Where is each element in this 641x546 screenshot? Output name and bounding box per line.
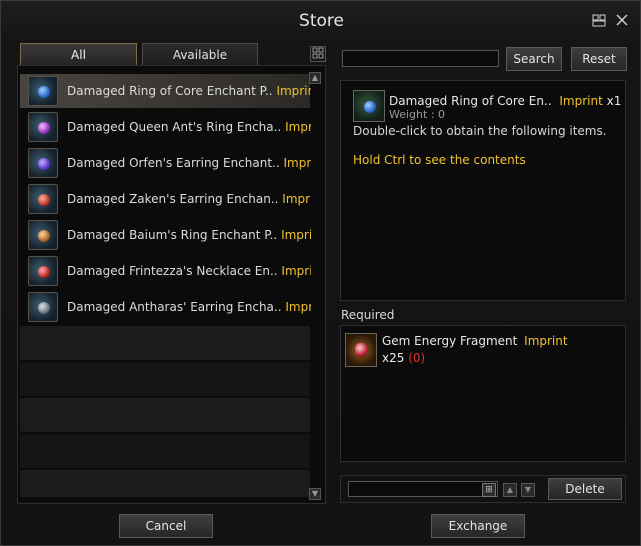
reset-button[interactable]: Reset (571, 47, 627, 71)
item-name: Damaged Frintezza's Necklace En.. (67, 264, 278, 278)
earring-orfen-icon (28, 148, 58, 178)
list-item-label: Damaged Antharas' Earring Encha.. Imprin… (67, 290, 311, 324)
required-quantity: x25 (0) (382, 351, 425, 365)
quantity-input[interactable] (348, 481, 498, 497)
list-item[interactable]: Damaged Zaken's Earring Enchan.. Imprint… (20, 182, 311, 216)
detail-weight: Weight : 0 (389, 108, 446, 121)
item-name: Damaged Ring of Core Enchant P.. (67, 84, 273, 98)
empty-row (20, 470, 310, 497)
owned-count: (0) (408, 351, 426, 365)
store-window: Store All Available Damaged Ring of Core… (0, 0, 641, 546)
imprint-tag: Imprint (285, 300, 311, 314)
tab-available[interactable]: Available (142, 43, 258, 65)
list-item[interactable]: Damaged Frintezza's Necklace En.. Imprin… (20, 254, 311, 288)
list-item[interactable]: Damaged Antharas' Earring Encha.. Imprin… (20, 290, 311, 324)
imprint-tag: Imprint (276, 84, 311, 98)
item-detail-panel: Damaged Ring of Core En.. Imprint x1 Wei… (340, 80, 626, 301)
ring-queen-ant-icon (28, 112, 58, 142)
detail-item-name: Damaged Ring of Core En.. Imprint x1 (389, 94, 621, 108)
earring-zaken-icon (28, 184, 58, 214)
list-item[interactable]: Damaged Queen Ant's Ring Encha.. Imprint (20, 110, 311, 144)
list-item-label: Damaged Ring of Core Enchant P.. Imprint (67, 74, 311, 108)
list-scrollbar[interactable]: ▲ ▼ (309, 72, 321, 500)
window-title: Store (299, 11, 344, 31)
exchange-button[interactable]: Exchange (431, 514, 525, 538)
necklace-frintezza-icon (28, 256, 58, 286)
item-name: Damaged Zaken's Earring Enchan.. (67, 192, 279, 206)
view-toggle-icon[interactable] (310, 46, 326, 62)
calculator-icon[interactable]: ⊞ (482, 483, 496, 497)
required-label: Required (341, 308, 395, 322)
list-item[interactable]: Damaged Ring of Core Enchant P.. Imprint (20, 74, 311, 108)
tab-all[interactable]: All (20, 43, 137, 65)
quantity-up-icon[interactable]: ▲ (503, 483, 517, 497)
ring-core-icon (28, 76, 58, 106)
search-input[interactable] (342, 50, 499, 67)
required-item-name: Gem Energy Fragment Imprint (382, 334, 568, 348)
list-item-label: Damaged Frintezza's Necklace En.. Imprin… (67, 254, 311, 288)
earring-antharas-icon (28, 292, 58, 322)
imprint-tag: Imprint( (281, 264, 311, 278)
list-item-label: Damaged Baium's Ring Enchant P.. Imprint… (67, 218, 311, 252)
imprint-tag: Imprint (285, 120, 311, 134)
detail-name-text: Damaged Ring of Core En.. (389, 94, 552, 108)
item-name: Damaged Baium's Ring Enchant P.. (67, 228, 278, 242)
delete-button[interactable]: Delete (548, 478, 622, 500)
scroll-down-icon[interactable]: ▼ (309, 488, 321, 500)
item-name: Damaged Antharas' Earring Encha.. (67, 300, 282, 314)
item-name: Damaged Orfen's Earring Enchant.. (67, 156, 280, 170)
detail-hint: Hold Ctrl to see the contents (353, 153, 526, 167)
imprint-tag: Imprint( (281, 228, 311, 242)
quantity-down-icon[interactable]: ▼ (521, 483, 535, 497)
search-button[interactable]: Search (506, 47, 562, 71)
cancel-button[interactable]: Cancel (119, 514, 213, 538)
imprint-tag: Imprint( (282, 192, 311, 206)
gem-energy-fragment-icon (345, 333, 377, 367)
required-panel: Gem Energy Fragment Imprint x25 (0) (340, 325, 626, 462)
list-item[interactable]: Damaged Orfen's Earring Enchant.. Imprin… (20, 146, 311, 180)
close-icon[interactable] (614, 13, 630, 29)
required-name-text: Gem Energy Fragment (382, 334, 518, 348)
tab-all-label: All (71, 48, 86, 62)
inventory-icon[interactable] (591, 13, 607, 29)
detail-description: Double-click to obtain the following ite… (353, 124, 607, 138)
imprint-tag: Imprint (524, 334, 568, 348)
ring-core-icon (353, 90, 385, 122)
required-qty: x25 (382, 351, 405, 365)
empty-row (20, 362, 310, 396)
list-item-label: Damaged Zaken's Earring Enchan.. Imprint… (67, 182, 311, 216)
empty-row (20, 326, 310, 360)
list-item[interactable]: Damaged Baium's Ring Enchant P.. Imprint… (20, 218, 311, 252)
ring-baium-icon (28, 220, 58, 250)
quantity-bar: ⊞ ▲ ▼ Delete (340, 475, 626, 503)
list-item-label: Damaged Orfen's Earring Enchant.. Imprin… (67, 146, 311, 180)
empty-row (20, 398, 310, 432)
imprint-tag: Imprint (283, 156, 312, 170)
tab-available-label: Available (172, 48, 228, 62)
imprint-tag: Imprint (559, 94, 603, 108)
empty-row (20, 434, 310, 468)
scroll-up-icon[interactable]: ▲ (309, 72, 321, 84)
item-name: Damaged Queen Ant's Ring Encha.. (67, 120, 282, 134)
list-item-label: Damaged Queen Ant's Ring Encha.. Imprint (67, 110, 311, 144)
item-list: Damaged Ring of Core Enchant P.. Imprint… (17, 65, 326, 504)
detail-count: x1 (606, 94, 622, 108)
